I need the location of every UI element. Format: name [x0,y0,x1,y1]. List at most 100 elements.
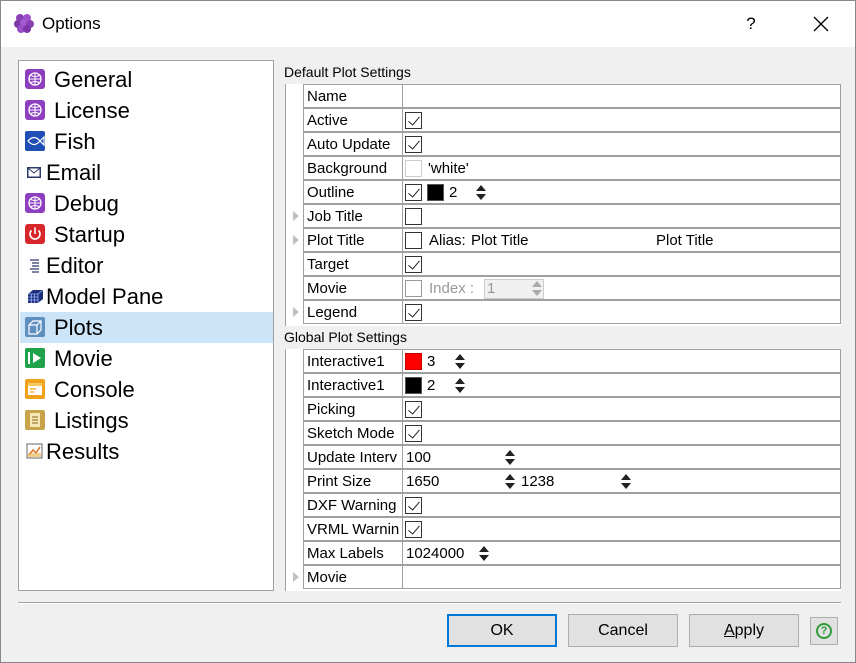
property-row-outline[interactable]: Outline 2 [286,180,842,204]
sidebar-item-editor[interactable]: Editor [20,250,273,281]
ok-button[interactable]: OK [447,614,557,647]
property-row-target[interactable]: Target [286,252,842,276]
sidebar-item-label: Results [46,439,120,464]
print-size-height-value[interactable]: 1238 [521,473,554,491]
property-row-background[interactable]: Background 'white' [286,156,842,180]
plot-title-checkbox[interactable] [405,232,422,249]
property-label: Interactive1 [303,349,402,373]
property-row-active[interactable]: Active [286,108,842,132]
property-label: Outline [303,180,402,204]
email-icon [27,167,41,178]
sidebar-item-results[interactable]: Results [20,436,273,467]
movie-index-label: Index : [429,280,475,297]
sidebar-item-email[interactable]: Email [20,157,273,188]
apply-button[interactable]: Apply [689,614,799,647]
sidebar-item-movie[interactable]: Movie [20,343,273,374]
property-label: Update Interv [303,445,402,469]
target-checkbox[interactable] [405,256,422,273]
sidebar-item-debug[interactable]: Debug [20,188,273,219]
dxf-warning-checkbox[interactable] [405,497,422,514]
cancel-button[interactable]: Cancel [568,614,678,647]
print-size-width-spinner[interactable] [504,473,516,491]
movie-checkbox[interactable] [405,280,422,297]
sketch-mode-checkbox[interactable] [405,425,422,442]
property-row-max-labels[interactable]: Max Labels 1024000 [286,541,842,565]
property-row-interactive1-a[interactable]: Interactive1 3 [286,349,842,373]
listings-icon [25,410,45,430]
globe-icon [25,100,45,120]
sidebar-item-startup[interactable]: Startup [20,219,273,250]
property-row-legend[interactable]: Legend [286,300,842,324]
property-label: Background [303,156,402,180]
sidebar-item-fish[interactable]: Fish [20,126,273,157]
auto-update-checkbox[interactable] [405,136,422,153]
interactive1-width-value[interactable]: 3 [427,353,435,371]
movie-index-spinner[interactable] [531,280,543,298]
max-labels-value[interactable]: 1024000 [406,545,464,563]
property-row-picking[interactable]: Picking [286,397,842,421]
interactive1-color-swatch[interactable] [405,377,422,394]
sidebar-item-plots[interactable]: Plots [20,312,273,343]
expand-arrow-icon[interactable] [293,572,299,582]
property-row-vrml-warning[interactable]: VRML Warnin [286,517,842,541]
help-title-button[interactable]: ? [731,9,771,39]
property-label: DXF Warning [303,493,402,517]
window-title: Options [42,14,101,33]
global-plot-settings-title: Global Plot Settings [284,329,407,345]
name-value[interactable] [402,84,841,108]
sidebar-item-model-pane[interactable]: Model Pane [20,281,273,312]
picking-checkbox[interactable] [405,401,422,418]
category-list[interactable]: General License Fish Email Debug Startup… [18,60,274,591]
update-interval-spinner[interactable] [504,449,516,467]
sidebar-item-console[interactable]: Console [20,374,273,405]
fish-icon [25,131,45,151]
property-row-movie[interactable]: Movie Index : 1 [286,276,842,300]
help-button[interactable]: ? [810,617,838,645]
sidebar-item-license[interactable]: License [20,95,273,126]
vrml-warning-checkbox[interactable] [405,521,422,538]
interactive1-color-swatch[interactable] [405,353,422,370]
plot-title-value[interactable]: Plot Title [656,232,714,250]
property-row-plot-title[interactable]: Plot Title Alias: Plot Title Plot Title [286,228,842,252]
interactive1-width-value[interactable]: 2 [427,377,435,395]
plot-title-alias-value[interactable]: Plot Title [471,232,529,250]
legend-checkbox[interactable] [405,304,422,321]
property-row-global-movie[interactable]: Movie [286,565,842,589]
property-label: Auto Update [303,132,402,156]
background-color-swatch[interactable] [405,160,422,177]
property-row-sketch-mode[interactable]: Sketch Mode [286,421,842,445]
apply-label-rest: pply [734,622,765,639]
expand-arrow-icon[interactable] [293,235,299,245]
property-row-update-interval[interactable]: Update Interv 100 [286,445,842,469]
property-label: Max Labels [303,541,402,565]
outline-width-value[interactable]: 2 [449,184,457,202]
title-bar: Options ? [1,1,855,47]
active-checkbox[interactable] [405,112,422,129]
property-row-print-size[interactable]: Print Size 1650 1238 [286,469,842,493]
interactive1-width-spinner[interactable] [454,377,466,395]
results-icon [26,443,43,459]
grapes-app-icon [14,14,34,33]
update-interval-value[interactable]: 100 [406,449,431,467]
help-question-icon: ? [816,623,832,639]
print-size-width-value[interactable]: 1650 [406,473,439,491]
close-button[interactable] [801,9,841,39]
sidebar-item-listings[interactable]: Listings [20,405,273,436]
property-row-interactive1-b[interactable]: Interactive1 2 [286,373,842,397]
property-label: Interactive1 [303,373,402,397]
outline-checkbox[interactable] [405,184,422,201]
property-label: Print Size [303,469,402,493]
expand-arrow-icon[interactable] [293,211,299,221]
property-row-dxf-warning[interactable]: DXF Warning [286,493,842,517]
print-size-height-spinner[interactable] [620,473,632,491]
interactive1-width-spinner[interactable] [454,353,466,371]
sidebar-item-general[interactable]: General [20,64,273,95]
property-row-auto-update[interactable]: Auto Update [286,132,842,156]
outline-width-spinner[interactable] [475,184,487,202]
max-labels-spinner[interactable] [478,545,490,563]
property-row-job-title[interactable]: Job Title [286,204,842,228]
job-title-checkbox[interactable] [405,208,422,225]
expand-arrow-icon[interactable] [293,307,299,317]
property-row-name[interactable]: Name [286,84,842,108]
outline-color-swatch[interactable] [427,184,444,201]
